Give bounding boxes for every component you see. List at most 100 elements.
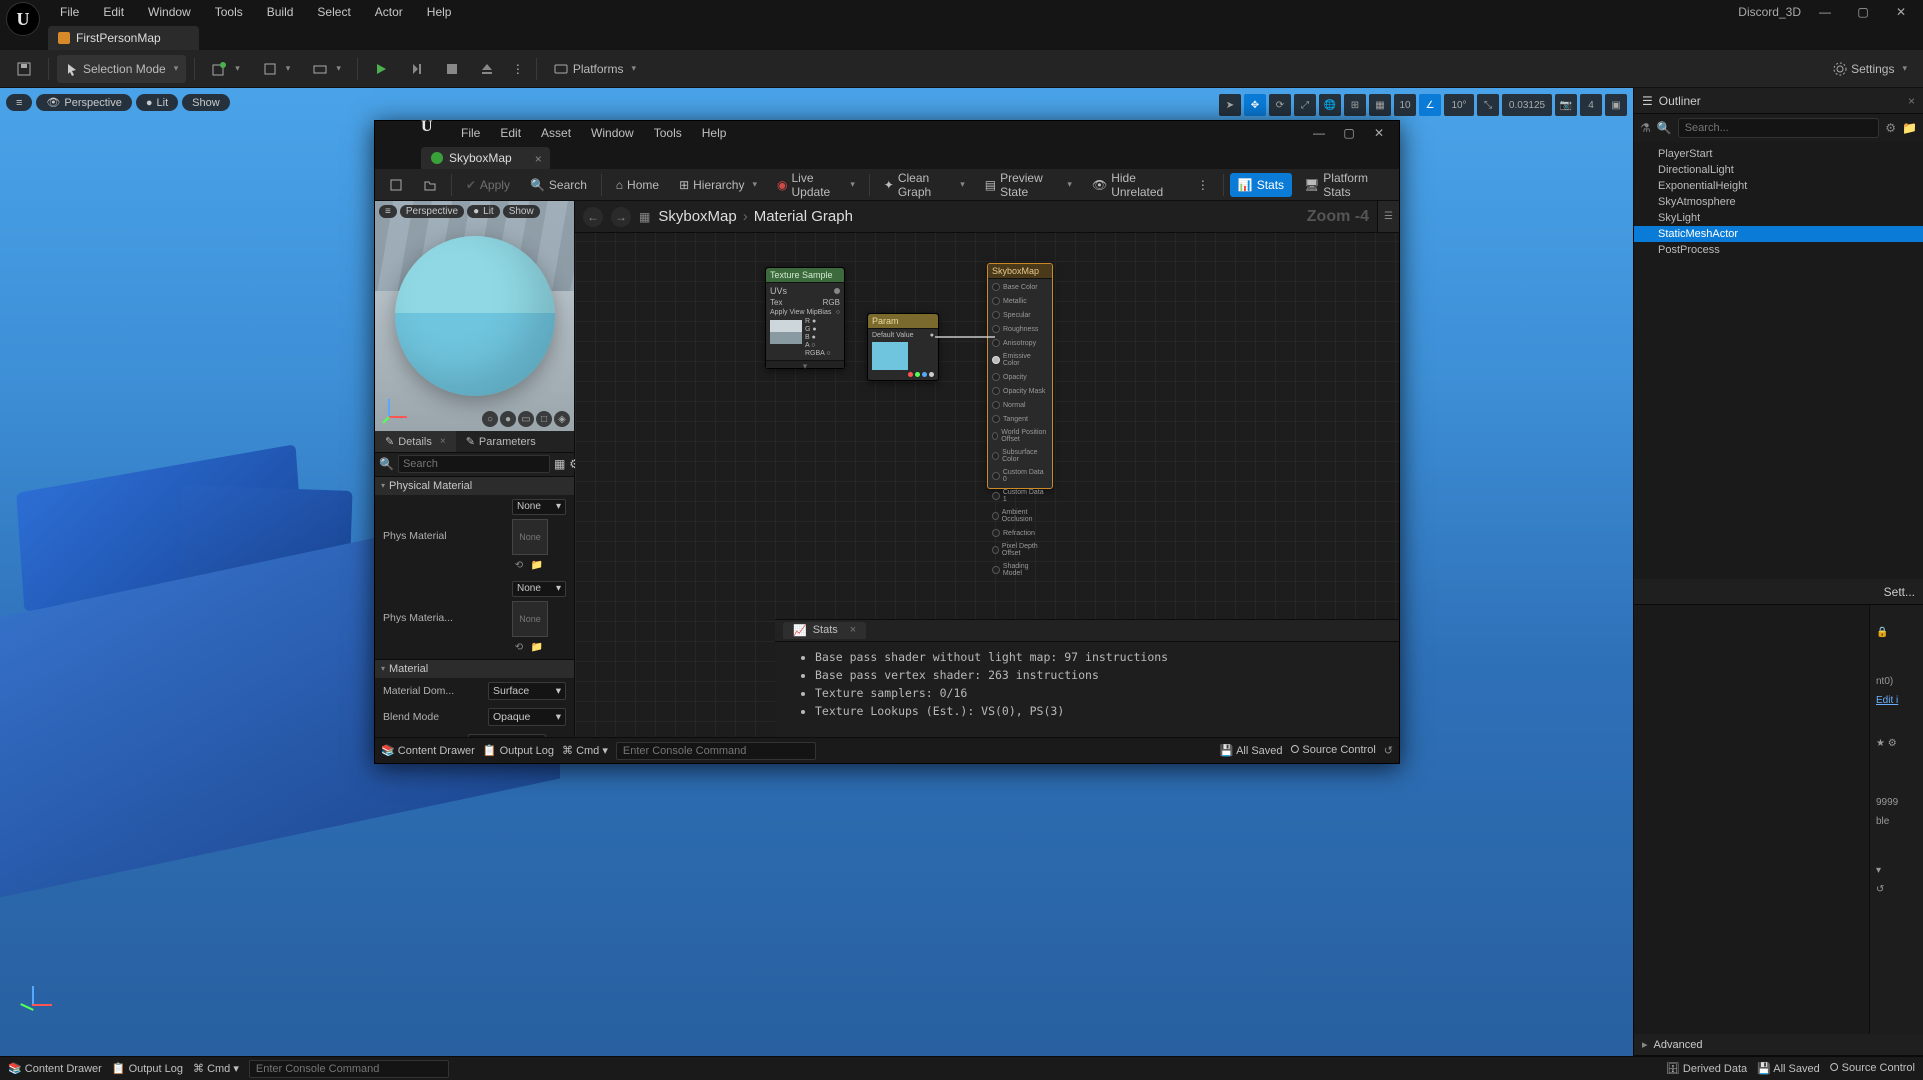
details-header-fragment[interactable]: Sett...	[1634, 579, 1923, 605]
breadcrumb-root[interactable]: SkyboxMap	[658, 208, 736, 225]
result-pin-opacity-mask[interactable]: Opacity Mask	[992, 387, 1048, 395]
world-local-toggle[interactable]: 🌐	[1319, 94, 1341, 116]
texture-thumb[interactable]	[770, 320, 802, 344]
stop-button[interactable]	[438, 55, 466, 83]
stats-tab-close[interactable]: ×	[850, 624, 856, 637]
phys-material-mask-thumb[interactable]: None	[512, 601, 548, 637]
details-tab[interactable]: ✎Details×	[375, 431, 456, 452]
pin-b[interactable]: B ●	[805, 334, 831, 341]
graph-nav-back[interactable]: ←	[583, 207, 603, 227]
me-browse-button[interactable]	[415, 173, 445, 197]
outliner-header[interactable]: ☰ Outliner ×	[1634, 88, 1923, 114]
menu-tools[interactable]: Tools	[203, 1, 255, 23]
me-preview-lit[interactable]: ● Lit	[467, 205, 500, 218]
filter-icon[interactable]: ⚗	[1640, 121, 1651, 135]
outliner-add-folder-icon[interactable]: 📁	[1902, 121, 1917, 135]
outliner-item[interactable]: PlayerStart	[1634, 146, 1923, 162]
me-menu-help[interactable]: Help	[692, 122, 737, 144]
me-cmd-dropdown[interactable]: ⌘ Cmd ▾	[562, 744, 608, 757]
source-control-button[interactable]: ⭘ Source Control	[1830, 1062, 1915, 1075]
menu-window[interactable]: Window	[136, 1, 203, 23]
me-asset-tab[interactable]: SkyboxMap ×	[421, 147, 550, 169]
stats-tab[interactable]: 📈Stats×	[783, 622, 866, 639]
pin-a[interactable]: A ○	[805, 342, 831, 349]
preview-shape-plane[interactable]: ▭	[518, 411, 534, 427]
graph-breadcrumb[interactable]: SkyboxMap › Material Graph	[658, 208, 853, 225]
result-pin-specular[interactable]: Specular	[992, 311, 1048, 319]
me-stats-button[interactable]: 📊Stats	[1230, 173, 1292, 197]
me-ue-logo[interactable]: U	[421, 118, 451, 148]
details-matrix-icon[interactable]: ▦	[554, 457, 565, 471]
preview-shape-mesh[interactable]: ◈	[554, 411, 570, 427]
outliner-item[interactable]: PostProcess	[1634, 242, 1923, 258]
outliner-item[interactable]: StaticMeshActor	[1634, 226, 1923, 242]
me-platform-stats-button[interactable]: 🖥Platform Stats	[1296, 173, 1393, 197]
eject-button[interactable]	[472, 55, 502, 83]
menu-select[interactable]: Select	[305, 1, 362, 23]
outliner-settings-icon[interactable]: ⚙	[1885, 121, 1896, 135]
result-pin-normal[interactable]: Normal	[992, 401, 1048, 409]
result-pin-anisotropy[interactable]: Anisotropy	[992, 339, 1048, 347]
result-pin-emissive-color[interactable]: Emissive Color	[992, 353, 1048, 367]
all-saved-button[interactable]: 💾 All Saved	[1757, 1062, 1820, 1075]
outliner-close[interactable]: ×	[1908, 94, 1915, 108]
me-menu-tools[interactable]: Tools	[644, 122, 692, 144]
viewport-lit-button[interactable]: ● Lit	[136, 94, 178, 111]
blend-mode-dd[interactable]: Opaque▾	[488, 708, 566, 726]
me-hide-unrelated-button[interactable]: 👁Hide Unrelated	[1084, 173, 1185, 197]
viewport-perspective-button[interactable]: 👁 Perspective	[36, 94, 131, 111]
browse-to-icon[interactable]: 📁	[530, 641, 544, 655]
grid-snap[interactable]: ▦	[1369, 94, 1391, 116]
me-tab-close[interactable]: ×	[535, 152, 542, 166]
outliner-item[interactable]: SkyLight	[1634, 210, 1923, 226]
me-output-log-button[interactable]: 📋 Output Log	[483, 744, 554, 757]
material-graph[interactable]: ← → ▦ SkyboxMap › Material Graph Zoom -4…	[575, 201, 1399, 737]
result-pin-shading-model[interactable]: Shading Model	[992, 563, 1048, 577]
me-overflow-button[interactable]: ⋮	[1189, 173, 1217, 197]
detail-dropdown-chevron[interactable]: ▾	[1870, 861, 1923, 880]
node-expand[interactable]: ▾	[766, 360, 844, 368]
pin-b-out[interactable]	[922, 372, 927, 377]
stats-body[interactable]: Base pass shader without light map: 97 i…	[775, 642, 1399, 737]
me-all-saved-button[interactable]: 💾 All Saved	[1220, 744, 1283, 757]
preview-shape-cube[interactable]: □	[536, 411, 552, 427]
advanced-row[interactable]: ▸ Advanced	[1634, 1034, 1923, 1056]
window-minimize-button[interactable]: —	[1811, 2, 1839, 22]
me-home-button[interactable]: ⌂Home	[608, 173, 667, 197]
menu-edit[interactable]: Edit	[91, 1, 136, 23]
me-live-update-button[interactable]: ◉Live Update	[769, 173, 863, 197]
output-log-button[interactable]: 📋 Output Log	[112, 1062, 183, 1075]
phys-material-dd[interactable]: None▾	[512, 499, 566, 515]
me-revision-reset[interactable]: ↺	[1384, 744, 1393, 757]
select-tool[interactable]: ➤	[1219, 94, 1241, 116]
camera-speed-value[interactable]: 4	[1580, 94, 1602, 116]
pin-a-out[interactable]	[929, 372, 934, 377]
add-content-button[interactable]	[203, 55, 248, 83]
detail-reset[interactable]: ↺	[1870, 880, 1923, 899]
phys-material-thumb[interactable]: None	[512, 519, 548, 555]
palette-tab[interactable]: ☰	[1377, 201, 1399, 232]
pin-g-out[interactable]	[915, 372, 920, 377]
me-source-control-button[interactable]: ⭘ Source Control	[1291, 744, 1376, 757]
me-preview-viewport[interactable]: ≡ Perspective ● Lit Show ○ ● ▭ □ ◈	[375, 201, 574, 431]
phys-material-mask-dd[interactable]: None▾	[512, 581, 566, 597]
ue-logo[interactable]: U	[6, 2, 40, 36]
me-menu-edit[interactable]: Edit	[490, 122, 531, 144]
pin-rgb[interactable]: RGB	[823, 298, 840, 307]
result-pin-world-position-offset[interactable]: World Position Offset	[992, 429, 1048, 443]
content-drawer-button[interactable]: 📚 Content Drawer	[8, 1062, 102, 1075]
result-pin-pixel-depth-offset[interactable]: Pixel Depth Offset	[992, 543, 1048, 557]
viewport-show-button[interactable]: Show	[182, 94, 230, 111]
outliner-item[interactable]: ExponentialHeight	[1634, 178, 1923, 194]
result-pin-base-color[interactable]: Base Color	[992, 283, 1048, 291]
me-menu-asset[interactable]: Asset	[531, 122, 581, 144]
outliner-item[interactable]: SkyAtmosphere	[1634, 194, 1923, 210]
result-pin-custom-data-1[interactable]: Custom Data 1	[992, 489, 1048, 503]
me-menu-window[interactable]: Window	[581, 122, 644, 144]
details-tab-close[interactable]: ×	[440, 436, 446, 447]
pin-rgba[interactable]: RGBA ○	[805, 350, 831, 357]
me-minimize-button[interactable]: —	[1305, 123, 1333, 143]
menu-file[interactable]: File	[48, 1, 91, 23]
graph-grid-icon[interactable]: ▦	[639, 210, 650, 224]
user-label[interactable]: Discord_3D	[1738, 5, 1801, 19]
